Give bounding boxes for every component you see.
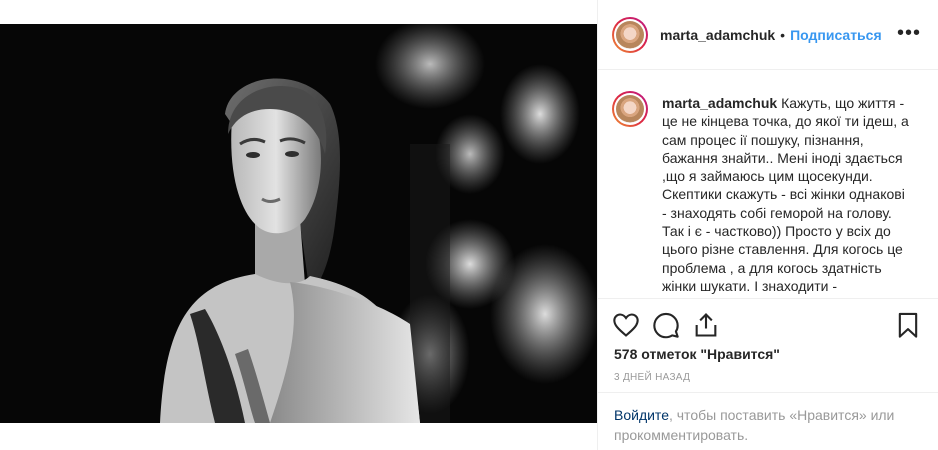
post-date[interactable]: 3 дней назад — [614, 372, 690, 383]
post-header: marta_adamchuk • Подписаться ••• — [598, 0, 938, 70]
separator-dot: • — [780, 26, 786, 43]
post-side-panel: marta_adamchuk • Подписаться ••• marta_a… — [597, 0, 938, 450]
likes-count[interactable]: 578 отметок "Нравится" — [614, 346, 780, 362]
caption-text: Кажуть, що життя - це не кінцева точка, … — [662, 95, 909, 294]
avatar[interactable] — [612, 16, 648, 53]
caption-avatar[interactable] — [612, 91, 648, 127]
comment-icon[interactable] — [652, 311, 680, 339]
username-link[interactable]: marta_adamchuk — [660, 27, 775, 43]
heart-icon[interactable] — [612, 311, 640, 339]
action-bar — [598, 298, 938, 348]
caption: marta_adamchuk Кажуть, що життя - це не … — [662, 94, 912, 298]
login-prompt: Войдите, чтобы поставить «Нравится» или … — [598, 392, 938, 445]
caption-username-link[interactable]: marta_adamchuk — [662, 95, 777, 111]
post-photo[interactable] — [0, 24, 597, 423]
login-link[interactable]: Войдите — [614, 407, 669, 423]
more-options-icon[interactable]: ••• — [897, 23, 921, 43]
share-icon[interactable] — [692, 311, 720, 339]
bookmark-icon[interactable] — [894, 311, 922, 339]
portrait-image — [0, 24, 597, 423]
follow-button[interactable]: Подписаться — [790, 27, 882, 43]
caption-area: marta_adamchuk Кажуть, що життя - це не … — [598, 70, 938, 298]
